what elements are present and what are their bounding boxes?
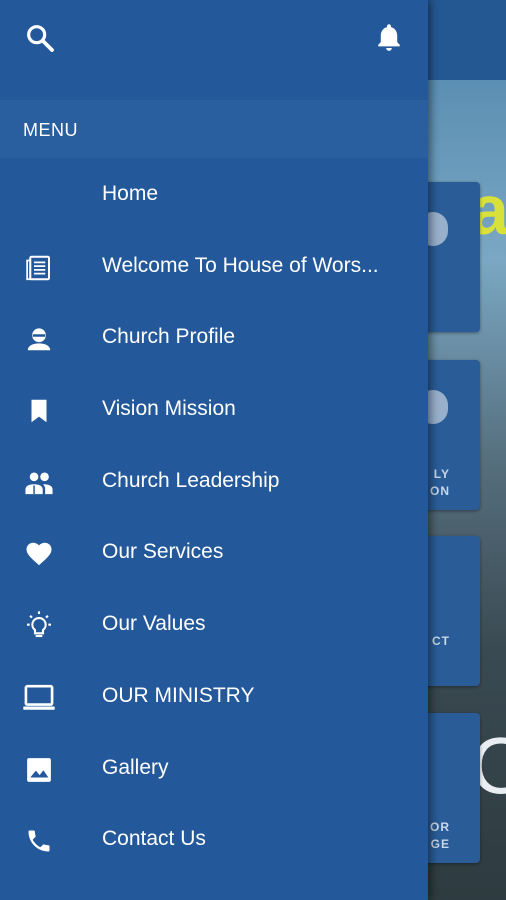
menu-item-label: Our Services	[102, 540, 224, 564]
menu-item-church-profile[interactable]: Church Profile	[0, 303, 428, 375]
tile-label-1: LY	[433, 467, 450, 481]
heart-icon	[22, 539, 56, 569]
lightbulb-icon	[22, 611, 56, 641]
menu-item-our-ministry[interactable]: OUR MINISTRY	[0, 662, 428, 734]
menu-item-our-services[interactable]: Our Services	[0, 518, 428, 590]
menu-item-church-leadership[interactable]: Church Leadership	[0, 447, 428, 519]
menu-item-label: Our Values	[102, 612, 206, 636]
bookmark-icon	[22, 396, 56, 426]
menu-item-label: Contact Us	[102, 827, 206, 851]
tile-label-2: CT	[432, 634, 450, 648]
menu-item-label: Gallery	[102, 755, 169, 779]
phone-icon	[22, 826, 56, 856]
menu-item-home[interactable]: Home	[0, 160, 428, 232]
navigation-drawer: MENU Home Welcome To House of Wors... Ch…	[0, 0, 428, 900]
menu-item-label: OUR MINISTRY	[102, 683, 255, 707]
menu-list: Home Welcome To House of Wors... Church …	[0, 160, 428, 877]
menu-item-our-values[interactable]: Our Values	[0, 590, 428, 662]
search-button[interactable]	[24, 22, 56, 54]
person-icon	[22, 324, 56, 354]
search-icon	[27, 25, 54, 52]
menu-item-label: Church Leadership	[102, 468, 280, 492]
tile-label-2: ON	[430, 484, 450, 498]
menu-header-label: MENU	[23, 120, 78, 140]
menu-item-label: Welcome To House of Wors...	[102, 253, 379, 277]
menu-item-label: Vision Mission	[102, 397, 236, 421]
menu-section-header: MENU	[0, 100, 428, 158]
menu-icon-placeholder	[22, 181, 56, 211]
notifications-button[interactable]	[372, 20, 406, 54]
tile-label-1: OR	[430, 820, 450, 834]
tile-label-2: GE	[430, 837, 450, 851]
menu-item-contact-us[interactable]: Contact Us	[0, 805, 428, 877]
image-icon	[22, 755, 56, 785]
menu-item-label: Church Profile	[102, 325, 236, 349]
drawer-toolbar	[0, 0, 428, 80]
laptop-icon	[22, 683, 56, 713]
bell-icon	[378, 24, 400, 51]
people-icon	[22, 468, 56, 498]
menu-item-gallery[interactable]: Gallery	[0, 734, 428, 806]
menu-item-vision-mission[interactable]: Vision Mission	[0, 375, 428, 447]
menu-item-welcome[interactable]: Welcome To House of Wors...	[0, 232, 428, 304]
menu-item-label: Home	[102, 182, 159, 205]
newspaper-icon	[22, 253, 56, 283]
